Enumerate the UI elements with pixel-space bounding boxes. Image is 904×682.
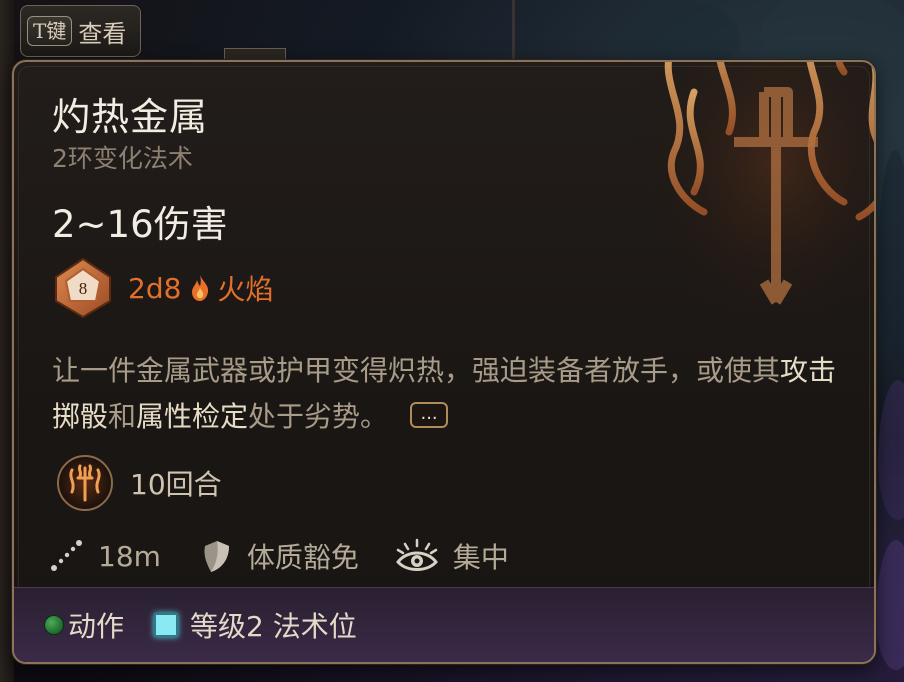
description-text: 让一件金属武器或护甲变得炽热，强迫装备者放手，或使其 bbox=[52, 354, 781, 387]
spell-name: 灼热金属 bbox=[52, 95, 209, 139]
spell-slot-label: 等级2 法术位 bbox=[190, 610, 357, 643]
more-info-button[interactable]: ... bbox=[410, 402, 449, 428]
spell-description: 让一件金属武器或护甲变得炽热，强迫装备者放手，或使其攻击掷骰和属性检定处于劣势。… bbox=[52, 348, 842, 440]
concentration-label: 集中 bbox=[452, 541, 509, 574]
dice-face-label: 8 bbox=[79, 279, 88, 298]
action-resource-icon bbox=[44, 615, 64, 635]
damage-range: 2~16伤害 bbox=[52, 203, 228, 246]
keyword-ability-check: 属性检定 bbox=[136, 400, 249, 433]
shield-icon bbox=[204, 541, 229, 572]
saving-throw: 体质豁免 bbox=[246, 541, 359, 574]
inspect-label: 查看 bbox=[78, 19, 127, 48]
damage-dice: 2d8 bbox=[128, 271, 182, 305]
spell-properties-row: 18m 体质豁免 集中 bbox=[48, 532, 509, 580]
range-icon bbox=[51, 540, 82, 571]
duration-value: 10回合 bbox=[130, 468, 222, 501]
spell-slot-icon bbox=[154, 613, 179, 637]
panel-divider bbox=[512, 0, 515, 60]
description-text: 和 bbox=[108, 400, 137, 433]
damage-type: 火焰 bbox=[217, 273, 274, 306]
fire-icon bbox=[192, 275, 209, 301]
heat-metal-spell-icon bbox=[57, 455, 113, 511]
cost-footer: 动作 等级2 法术位 bbox=[14, 587, 874, 662]
action-cost-label: 动作 bbox=[68, 610, 125, 643]
d8-dice-icon: 8 bbox=[55, 257, 111, 319]
concentration-eye-icon bbox=[395, 538, 438, 571]
foliage bbox=[876, 540, 904, 670]
damage-dice-row: 8 2d8 火焰 bbox=[52, 256, 273, 320]
range-value: 18m bbox=[98, 539, 161, 573]
t-key-cap: T键 bbox=[27, 16, 73, 46]
duration-row: 10回合 bbox=[56, 452, 222, 514]
foliage bbox=[878, 150, 904, 350]
heat-metal-art-icon bbox=[634, 62, 874, 362]
foliage bbox=[878, 380, 904, 520]
inspect-key-hint[interactable]: T键 查看 bbox=[20, 5, 142, 57]
description-text: 处于劣势。 bbox=[248, 400, 389, 433]
spell-tooltip: 灼热金属 2环变化法术 2~16伤害 8 2d8 火焰 让一件金属武器或护甲变得… bbox=[12, 60, 876, 664]
spell-level-school: 2环变化法术 bbox=[52, 144, 193, 173]
